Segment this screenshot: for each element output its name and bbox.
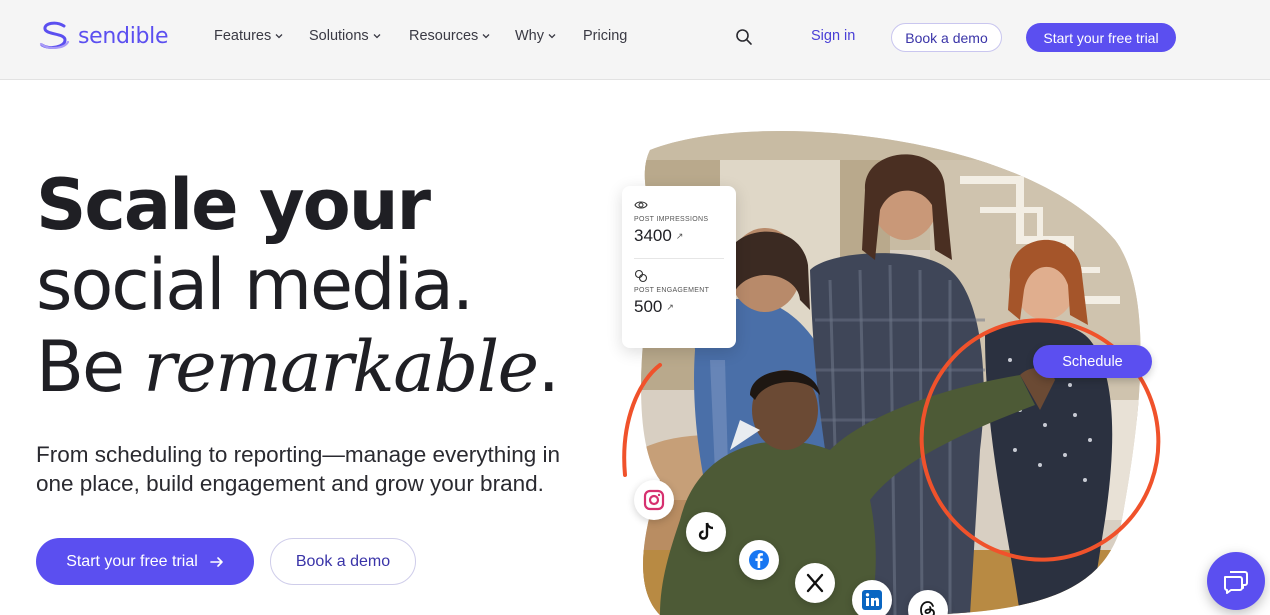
sendible-logo-icon bbox=[39, 21, 70, 49]
chevron-down-icon bbox=[373, 34, 381, 39]
hero-heading-line-2: social media. bbox=[36, 244, 474, 326]
search-icon[interactable] bbox=[735, 28, 753, 46]
hero-heading-line-1: Scale your bbox=[36, 164, 431, 246]
nav-resources[interactable]: Resources bbox=[409, 28, 491, 44]
logo[interactable]: sendible bbox=[38, 20, 169, 52]
nav-why-label: Why bbox=[515, 28, 544, 44]
nav-resources-label: Resources bbox=[409, 28, 479, 44]
facebook-icon bbox=[749, 550, 769, 570]
nav-features-label: Features bbox=[214, 28, 272, 44]
hero-book-demo-button[interactable]: Book a demo bbox=[270, 538, 416, 585]
linkedin-icon bbox=[862, 590, 882, 610]
instagram-badge bbox=[634, 480, 674, 520]
nav-pricing[interactable]: Pricing bbox=[583, 28, 627, 44]
hero-subtitle: From scheduling to reporting—manage ever… bbox=[36, 442, 561, 496]
schedule-chip: Schedule bbox=[1033, 345, 1152, 378]
nav-pricing-label: Pricing bbox=[583, 28, 628, 44]
arrow-right-icon bbox=[209, 556, 223, 567]
nav-features[interactable]: Features bbox=[214, 28, 284, 44]
nav-solutions[interactable]: Solutions bbox=[309, 28, 382, 44]
metrics-divider bbox=[634, 258, 724, 259]
hero-heading-emphasis: remarkable bbox=[143, 326, 539, 408]
post-metrics-card: POST IMPRESSIONS 3400 ↗ POST ENGAGEMENT … bbox=[622, 186, 736, 348]
linkedin-badge bbox=[852, 580, 892, 615]
x-badge bbox=[795, 563, 835, 603]
instagram-icon bbox=[643, 489, 665, 511]
threads-icon bbox=[920, 601, 935, 615]
tiktok-badge bbox=[686, 512, 726, 552]
nav-solutions-label: Solutions bbox=[309, 28, 369, 44]
sign-in-link[interactable]: Sign in bbox=[811, 28, 855, 44]
trend-up-icon: ↗ bbox=[666, 301, 674, 312]
trend-up-icon: ↗ bbox=[675, 230, 684, 241]
hero-heading-line-3: Be remarkable. bbox=[36, 326, 560, 408]
post-engagement-value-row: 500 ↗ bbox=[634, 297, 724, 317]
site-header: sendible Features Solutions Resources Wh… bbox=[0, 0, 1270, 80]
chat-icon bbox=[1224, 571, 1248, 594]
hero-start-free-trial-label: Start your free trial bbox=[66, 552, 198, 570]
hero-heading-prefix: Be bbox=[36, 326, 144, 408]
hero-heading-suffix: . bbox=[537, 326, 560, 408]
chevron-down-icon bbox=[275, 34, 283, 39]
post-impressions-value: 3400 bbox=[634, 226, 672, 245]
post-engagement-value: 500 bbox=[634, 297, 663, 316]
tiktok-icon bbox=[698, 522, 714, 540]
eye-icon bbox=[634, 201, 648, 209]
engagement-icon bbox=[634, 269, 648, 283]
start-free-trial-button[interactable]: Start your free trial bbox=[1026, 23, 1176, 52]
chevron-down-icon bbox=[548, 34, 556, 39]
facebook-badge bbox=[739, 540, 779, 580]
nav-why[interactable]: Why bbox=[515, 28, 557, 44]
post-impressions-value-row: 3400 ↗ bbox=[634, 226, 724, 246]
chat-button[interactable] bbox=[1207, 552, 1265, 610]
x-icon bbox=[806, 573, 824, 593]
logo-wordmark: sendible bbox=[78, 23, 169, 49]
book-demo-button[interactable]: Book a demo bbox=[891, 23, 1002, 52]
hero-start-free-trial-button[interactable]: Start your free trial bbox=[36, 538, 254, 585]
post-engagement-label: POST ENGAGEMENT bbox=[634, 287, 710, 294]
post-impressions-label: POST IMPRESSIONS bbox=[634, 216, 709, 223]
chevron-down-icon bbox=[482, 34, 490, 39]
